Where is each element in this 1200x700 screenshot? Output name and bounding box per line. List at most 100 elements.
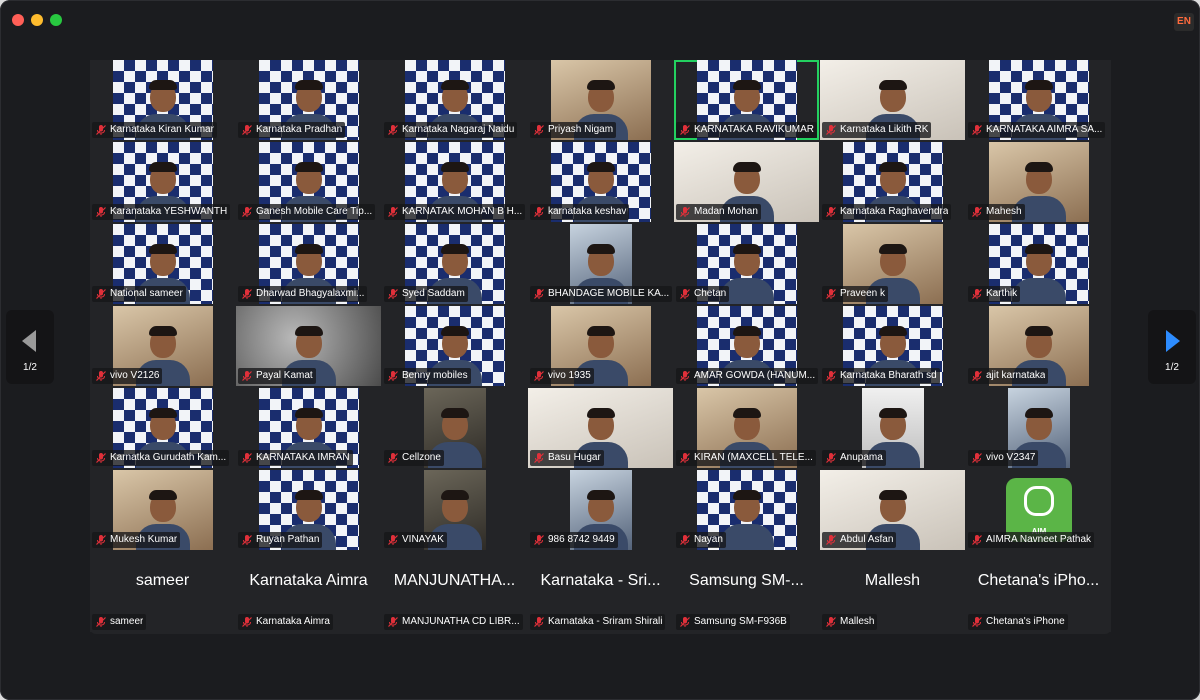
participant-name-label: Karnataka Bharath sd [822, 368, 940, 384]
participant-tile[interactable]: Karnataka - Sri... Karnataka - Sriram Shi… [528, 552, 673, 632]
participant-name: KARNATAKA AIMRA SA... [986, 124, 1103, 135]
participant-tile[interactable]: Mukesh Kumar [90, 470, 235, 550]
participant-tile[interactable]: Karnataka Nagaraj Naidu [382, 60, 527, 140]
participant-name-label: Mahesh [968, 204, 1025, 220]
language-badge[interactable]: EN [1174, 13, 1194, 31]
participant-tile[interactable]: KARNATAK MOHAN B H... [382, 142, 527, 222]
participant-tile[interactable]: Karnataka Bharath sd [820, 306, 965, 386]
participant-tile[interactable]: Basu Hugar [528, 388, 673, 468]
participant-name: vivo V2347 [986, 452, 1036, 463]
participant-tile[interactable]: Karnataka Raghavendra [820, 142, 965, 222]
mic-muted-icon [972, 535, 982, 545]
mic-muted-icon [242, 453, 252, 463]
participant-tile[interactable]: Dharwad Bhagyalaxmi... [236, 224, 381, 304]
mic-muted-icon [388, 207, 398, 217]
participant-name-label: Madan Mohan [676, 204, 761, 220]
participant-tile[interactable]: vivo V2347 [966, 388, 1111, 468]
participant-name-label: Ruyan Pathan [238, 532, 323, 548]
mic-muted-icon [680, 207, 690, 217]
participant-tile[interactable]: vivo V2126 [90, 306, 235, 386]
participant-tile[interactable]: karnataka keshav [528, 142, 673, 222]
participant-tile[interactable]: vivo 1935 [528, 306, 673, 386]
participant-tile[interactable]: VINAYAK [382, 470, 527, 550]
participant-tile[interactable]: Chetan [674, 224, 819, 304]
participant-name-label: Karnataka Raghavendra [822, 204, 952, 220]
participant-name-label: Karnataka Nagaraj Naidu [384, 122, 518, 138]
participant-name-label: Karnataka Kiran Kumar [92, 122, 217, 138]
participant-tile[interactable]: Abdul Asfan [820, 470, 965, 550]
close-window-button[interactable] [12, 14, 24, 26]
mic-muted-icon [680, 453, 690, 463]
participant-tile[interactable]: KIRAN (MAXCELL TELE... [674, 388, 819, 468]
participant-tile[interactable]: Samsung SM-... Samsung SM-F936B [674, 552, 819, 632]
participant-tile[interactable]: Karnataka Likith RK [820, 60, 965, 140]
participant-tile[interactable]: Karnataka Aimra Karnataka Aimra [236, 552, 381, 632]
participant-name-label: sameer [92, 614, 147, 630]
mic-muted-icon [534, 207, 544, 217]
participant-tile[interactable]: 986 8742 9449 [528, 470, 673, 550]
participant-tile[interactable]: AMAR GOWDA (HANUM... [674, 306, 819, 386]
participant-tile[interactable]: Mallesh Mallesh [820, 552, 965, 632]
participant-tile[interactable]: sameer sameer [90, 552, 235, 632]
participant-tile[interactable]: Cellzone [382, 388, 527, 468]
participant-name-label: Priyash Nigam [530, 122, 617, 138]
page-indicator: 1/2 [23, 362, 37, 373]
participant-name: Mahesh [986, 206, 1022, 217]
participant-tile[interactable]: Praveen k [820, 224, 965, 304]
participant-name: Samsung SM-F936B [694, 616, 787, 627]
title-bar: EN [0, 0, 1200, 44]
participant-tile[interactable]: Priyash Nigam [528, 60, 673, 140]
participant-tile[interactable]: Madan Mohan [674, 142, 819, 222]
participant-tile[interactable]: Ruyan Pathan [236, 470, 381, 550]
participant-tile[interactable]: Anupama [820, 388, 965, 468]
participant-name-label: BHANDAGE MOBILE KA... [530, 286, 673, 302]
participant-tile[interactable]: Mahesh [966, 142, 1111, 222]
mic-muted-icon [972, 289, 982, 299]
participant-tile[interactable]: KARNATAKA AIMRA SA... [966, 60, 1111, 140]
participant-name-label: Dharwad Bhagyalaxmi... [238, 286, 368, 302]
participant-tile[interactable]: Karnataka Pradhan [236, 60, 381, 140]
participant-tile[interactable]: Karanataka YESHWANTH [90, 142, 235, 222]
participant-tile[interactable]: Karnataka Kiran Kumar [90, 60, 235, 140]
fullscreen-window-button[interactable] [50, 14, 62, 26]
participant-name: ajit karnataka [986, 370, 1046, 381]
participant-tile[interactable]: Karthik [966, 224, 1111, 304]
mic-muted-icon [826, 125, 836, 135]
participant-tile[interactable]: KARNATAKA IMRAN [236, 388, 381, 468]
participant-tile[interactable]: Karnatka Gurudath Kam... [90, 388, 235, 468]
participant-tile[interactable]: Nayan [674, 470, 819, 550]
participant-tile[interactable]: Benny mobiles [382, 306, 527, 386]
participant-name: AMAR GOWDA (HANUM... [694, 370, 816, 381]
participant-name-label: Mukesh Kumar [92, 532, 181, 548]
participant-name: VINAYAK [402, 534, 444, 545]
mic-muted-icon [388, 453, 398, 463]
mic-muted-icon [534, 617, 544, 627]
mic-muted-icon [242, 207, 252, 217]
mic-muted-icon [96, 453, 106, 463]
participant-tile[interactable]: National sameer [90, 224, 235, 304]
participant-name: vivo V2126 [110, 370, 160, 381]
participant-tile[interactable]: BHANDAGE MOBILE KA... [528, 224, 673, 304]
participant-tile[interactable]: ajit karnataka [966, 306, 1111, 386]
participant-name: KARNATAKA RAVIKUMAR [694, 124, 815, 135]
participant-tile[interactable]: Payal Kamat [236, 306, 381, 386]
participant-tile[interactable]: Ganesh Mobile Care Tip... [236, 142, 381, 222]
participant-tile[interactable]: AIMAIMRA Navneet Pathak [966, 470, 1111, 550]
minimize-window-button[interactable] [31, 14, 43, 26]
participant-tile[interactable]: KARNATAKA RAVIKUMAR [674, 60, 819, 140]
participant-tile[interactable]: Chetana's iPho... Chetana's iPhone [966, 552, 1111, 632]
participant-name-label: MANJUNATHA CD LIBR... [384, 614, 523, 630]
participant-name-label: Basu Hugar [530, 450, 604, 466]
previous-page-button[interactable]: 1/2 [6, 310, 54, 384]
participant-tile[interactable]: Syed Saddam [382, 224, 527, 304]
mic-muted-icon [680, 535, 690, 545]
next-page-button[interactable]: 1/2 [1148, 310, 1196, 384]
participant-tile[interactable]: MANJUNATHA... MANJUNATHA CD LIBR... [382, 552, 527, 632]
mic-muted-icon [388, 617, 398, 627]
participant-name: Karnataka Pradhan [256, 124, 343, 135]
chevron-left-icon [22, 330, 36, 352]
participant-display-name: Samsung SM-... [689, 572, 804, 589]
participant-name-label: Mallesh [822, 614, 878, 630]
participant-name: Karnataka Raghavendra [840, 206, 949, 217]
participant-name-label: Samsung SM-F936B [676, 614, 790, 630]
